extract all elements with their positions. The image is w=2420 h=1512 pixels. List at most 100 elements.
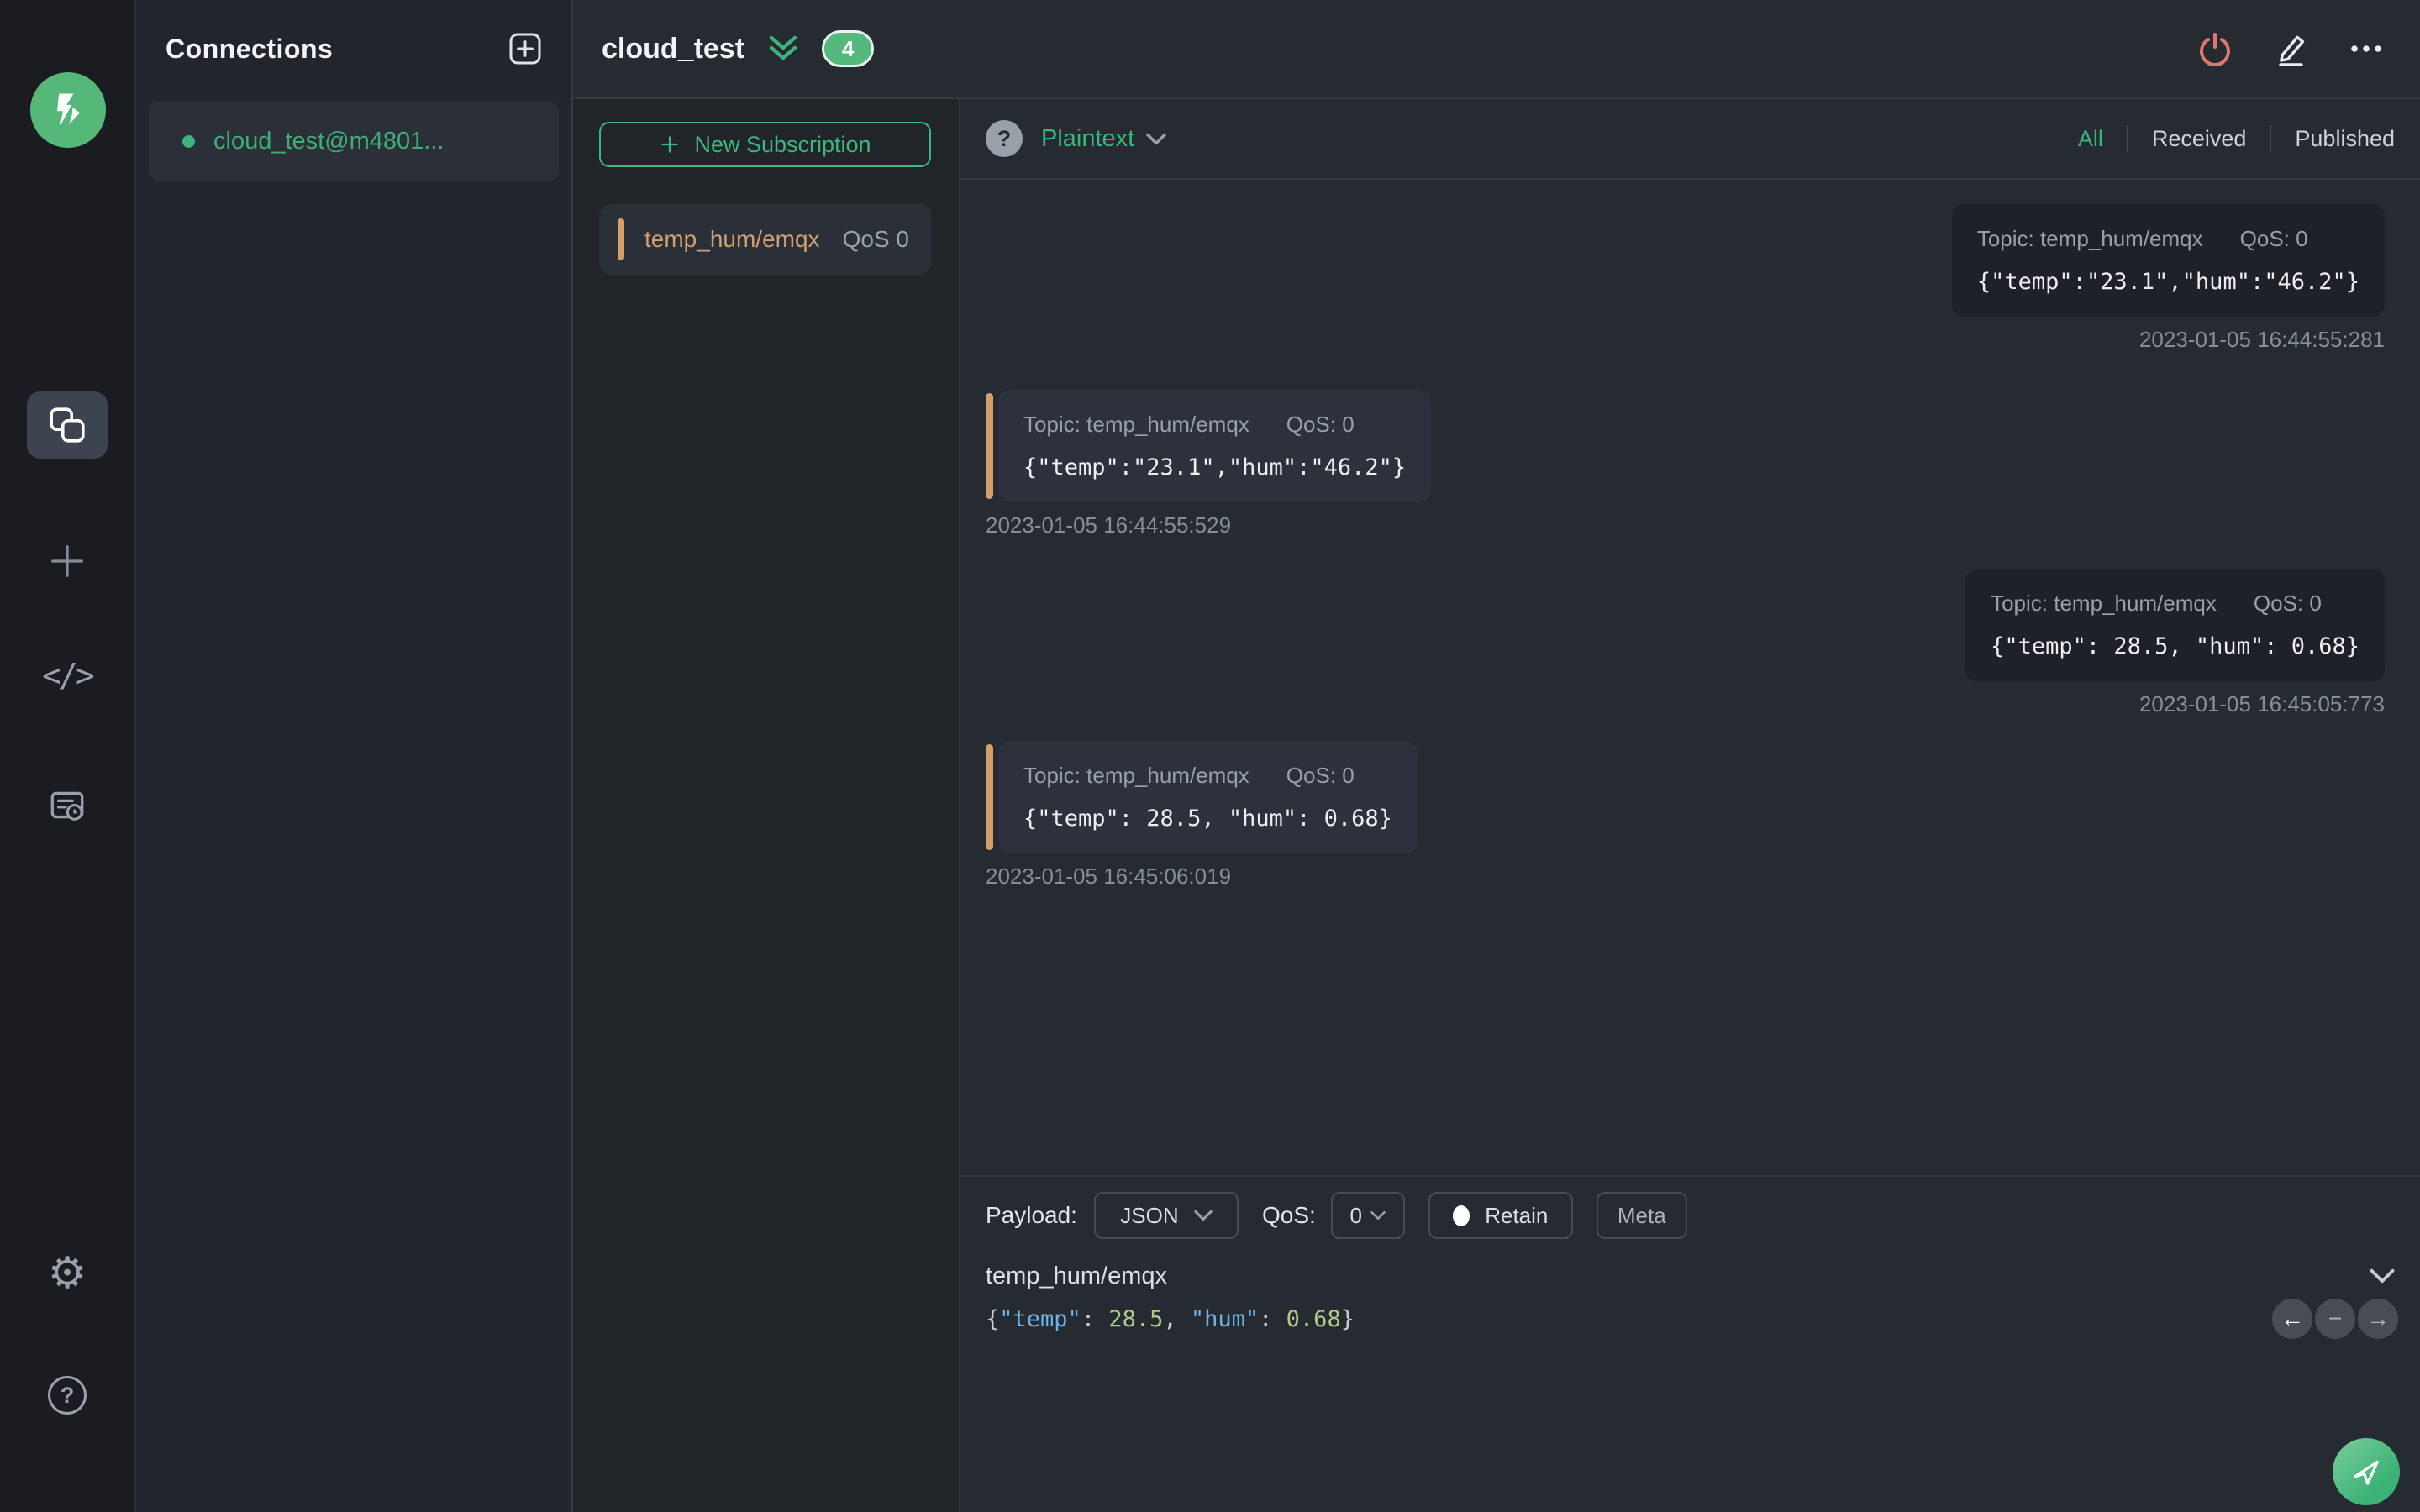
- message-timestamp: 2023-01-05 16:45:05:773: [2139, 691, 2385, 717]
- message-format-select[interactable]: Plaintext: [1041, 125, 1166, 153]
- qos-label: QoS:: [1261, 1202, 1316, 1228]
- more-options-button[interactable]: [2346, 29, 2386, 69]
- json-token: 0.68: [1286, 1306, 1341, 1332]
- ellipsis-icon: [2351, 45, 2381, 52]
- send-plane-icon: [2354, 1460, 2379, 1485]
- disconnect-button[interactable]: [2195, 29, 2235, 69]
- json-token: 28.5: [1108, 1306, 1164, 1332]
- message-qos: QoS: 0: [2253, 591, 2322, 616]
- retain-label: Retain: [1485, 1202, 1549, 1228]
- retain-toggle[interactable]: Retain: [1428, 1192, 1573, 1239]
- chevron-down-icon: [1193, 1210, 1213, 1221]
- message-bubble[interactable]: Topic: temp_hum/emqx QoS: 0 {"temp":"23.…: [1951, 204, 2385, 317]
- message-received: Topic: temp_hum/emqx QoS: 0 {"temp":"23.…: [986, 390, 2385, 538]
- history-next-button[interactable]: →: [2358, 1299, 2398, 1339]
- filter-all[interactable]: All: [2078, 126, 2103, 152]
- history-clear-button[interactable]: −: [2315, 1299, 2355, 1339]
- code-icon: </>: [42, 657, 95, 694]
- message-filters: All Received Published: [2078, 125, 2395, 152]
- gear-icon: ⚙: [47, 1249, 87, 1298]
- connection-status-dot: [182, 134, 195, 148]
- mqttx-app: </> ⚙ ? Connections cloud_test@m4801... …: [0, 0, 2420, 1512]
- message-topic: Topic: temp_hum/emqx: [1991, 591, 2217, 616]
- json-token: ,: [1163, 1306, 1191, 1332]
- double-chevron-down-icon: [769, 35, 797, 60]
- subscription-color-bar: [618, 218, 624, 260]
- connection-list-item[interactable]: cloud_test@m4801...: [149, 101, 559, 181]
- message-bubble[interactable]: Topic: temp_hum/emqx QoS: 0 {"temp": 28.…: [1965, 569, 2385, 681]
- message-payload: {"temp":"23.1","hum":"46.2"}: [1023, 454, 1407, 480]
- collapse-panel-button[interactable]: [766, 34, 800, 64]
- message-topic: Topic: temp_hum/emqx: [1023, 412, 1249, 437]
- new-subscription-label: New Subscription: [694, 131, 871, 157]
- json-token: }: [1340, 1306, 1355, 1332]
- message-topic: Topic: temp_hum/emqx: [1976, 226, 2203, 251]
- sidebar-item-help[interactable]: ?: [48, 1376, 87, 1415]
- workspace: cloud_test 4 New Subscription temp_hum/e…: [573, 0, 2420, 1512]
- subscriptions-column: New Subscription temp_hum/emqx QoS 0: [573, 99, 960, 1512]
- message-list[interactable]: Topic: temp_hum/emqx QoS: 0 {"temp":"23.…: [960, 180, 2420, 1175]
- message-timestamp: 2023-01-05 16:45:06:019: [986, 864, 1232, 889]
- json-token: :: [1259, 1306, 1286, 1332]
- filter-published[interactable]: Published: [2295, 126, 2395, 152]
- sidebar-item-script[interactable]: </>: [42, 657, 95, 694]
- sidebar-item-connections[interactable]: [27, 391, 108, 459]
- payload-format-value: JSON: [1120, 1202, 1179, 1228]
- connection-header: cloud_test 4: [573, 0, 2420, 99]
- filter-separator: [2126, 125, 2128, 152]
- icon-rail: </> ⚙ ?: [0, 0, 136, 1512]
- topic-row: temp_hum/emqx: [986, 1257, 2395, 1294]
- help-icon: ?: [60, 1382, 75, 1408]
- message-bubble[interactable]: Topic: temp_hum/emqx QoS: 0 {"temp": 28.…: [998, 741, 1418, 853]
- plus-icon: [661, 136, 679, 153]
- log-icon: [50, 791, 84, 821]
- pencil-icon: [2279, 35, 2305, 66]
- message-color-bar: [986, 744, 993, 850]
- payload-format-help-icon[interactable]: ?: [986, 120, 1023, 157]
- message-topic: Topic: temp_hum/emqx: [1023, 763, 1249, 788]
- qos-select[interactable]: 0: [1330, 1192, 1405, 1239]
- message-bubble[interactable]: Topic: temp_hum/emqx QoS: 0 {"temp":"23.…: [998, 390, 1432, 502]
- sidebar-item-new-connection[interactable]: [48, 542, 87, 580]
- filter-received[interactable]: Received: [2152, 126, 2247, 152]
- subscription-topic: temp_hum/emqx: [644, 226, 820, 252]
- power-icon: [2200, 33, 2230, 67]
- sidebar-item-log[interactable]: [46, 785, 88, 827]
- plus-icon: [51, 545, 83, 577]
- message-published: Topic: temp_hum/emqx QoS: 0 {"temp":"23.…: [986, 204, 2385, 353]
- json-token: {: [986, 1306, 1000, 1332]
- message-payload: {"temp":"23.1","hum":"46.2"}: [1976, 269, 2360, 295]
- meta-label: Meta: [1617, 1202, 1666, 1228]
- publish-panel: Payload: JSON QoS: 0 Retain Meta temp_hu…: [960, 1175, 2420, 1512]
- message-timestamp: 2023-01-05 16:44:55:529: [986, 512, 1232, 538]
- payload-format-select[interactable]: JSON: [1093, 1192, 1239, 1239]
- chevron-down-icon: [1146, 133, 1166, 144]
- payload-editor[interactable]: {"temp": 28.5, "hum": 0.68}: [986, 1306, 2395, 1332]
- mqttx-logo-icon: [57, 93, 81, 127]
- sidebar-item-settings[interactable]: ⚙: [48, 1248, 87, 1299]
- send-button[interactable]: [2333, 1438, 2400, 1505]
- json-token: "temp": [999, 1306, 1081, 1332]
- subscription-qos: QoS 0: [842, 226, 909, 252]
- message-color-bar: [986, 393, 993, 499]
- message-count-badge: 4: [822, 30, 875, 67]
- connections-panel: Connections cloud_test@m4801...: [136, 0, 573, 1512]
- chevron-down-icon: [1370, 1210, 1386, 1221]
- messages-pane: ? Plaintext All Received Published Topic…: [960, 99, 2420, 1512]
- filter-separator: [2270, 125, 2272, 152]
- add-connection-button[interactable]: [508, 32, 542, 66]
- collapse-composer-icon[interactable]: [2370, 1268, 2395, 1284]
- topic-input[interactable]: temp_hum/emqx: [986, 1263, 2370, 1290]
- message-qos: QoS: 0: [1286, 412, 1355, 437]
- edit-connection-button[interactable]: [2270, 29, 2311, 69]
- new-subscription-button[interactable]: New Subscription: [599, 122, 931, 167]
- message-qos: QoS: 0: [2239, 226, 2308, 251]
- history-prev-button[interactable]: ←: [2272, 1299, 2312, 1339]
- meta-button[interactable]: Meta: [1596, 1192, 1687, 1239]
- payload-format-label: Payload:: [986, 1202, 1077, 1228]
- message-payload: {"temp": 28.5, "hum": 0.68}: [1991, 633, 2360, 659]
- message-published: Topic: temp_hum/emqx QoS: 0 {"temp": 28.…: [986, 569, 2385, 717]
- message-timestamp: 2023-01-05 16:44:55:281: [2139, 327, 2385, 352]
- subscription-item[interactable]: temp_hum/emqx QoS 0: [599, 204, 931, 275]
- mqttx-logo: [30, 72, 106, 148]
